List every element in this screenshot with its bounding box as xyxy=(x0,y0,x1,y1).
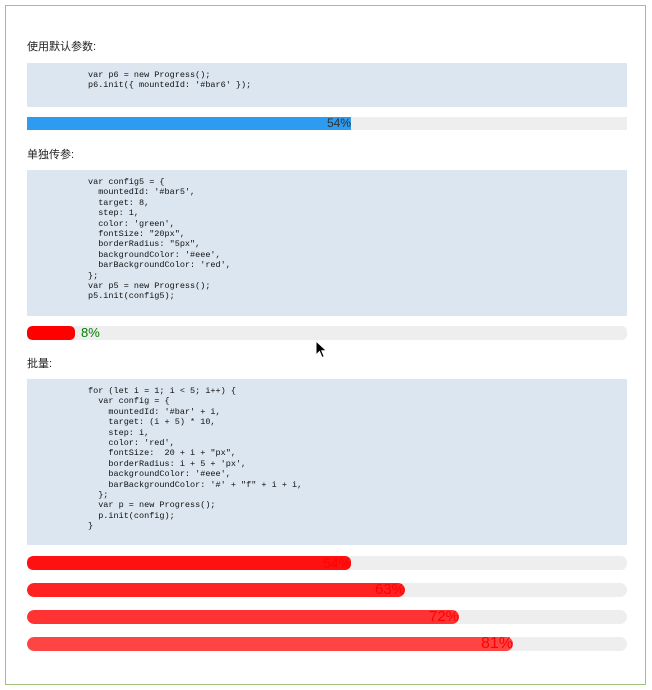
progress-bar-2-fill xyxy=(27,583,405,597)
progress-bar-3: 72% xyxy=(27,610,627,624)
progress-bar-1: 54% xyxy=(27,556,627,570)
progress-bar-3-fill xyxy=(27,610,459,624)
progress-bar-1-fill xyxy=(27,556,351,570)
single-params-code-block: var config5 = { mountedId: '#bar5', targ… xyxy=(27,170,627,316)
progress-bar-4-percent: 81% xyxy=(481,637,514,651)
progress-bar-4: 81% xyxy=(27,637,627,651)
default-params-heading: 使用默认参数: xyxy=(27,41,97,53)
progress-bar-6: 54% xyxy=(27,117,627,130)
batch-heading: 批量: xyxy=(27,358,53,370)
progress-bar-6-percent: 54% xyxy=(327,117,352,130)
batch-code-block: for (let i = 1; i < 5; i++) { var config… xyxy=(27,379,627,545)
progress-bar-5-fill xyxy=(27,326,75,340)
progress-bar-3-percent: 72% xyxy=(429,610,460,624)
progress-bar-2: 63% xyxy=(27,583,627,597)
progress-bar-1-percent: 54% xyxy=(323,556,352,570)
single-params-heading: 单独传参: xyxy=(27,149,75,161)
progress-bar-2-percent: 63% xyxy=(375,583,406,597)
default-params-code-block: var p6 = new Progress(); p6.init({ mount… xyxy=(27,63,627,107)
mouse-pointer-icon xyxy=(315,340,328,359)
progress-bar-6-fill xyxy=(27,117,351,130)
progress-bar-5-percent: 8% xyxy=(81,326,100,340)
progress-bar-5: 8% xyxy=(27,326,627,340)
progress-bar-4-fill xyxy=(27,637,513,651)
